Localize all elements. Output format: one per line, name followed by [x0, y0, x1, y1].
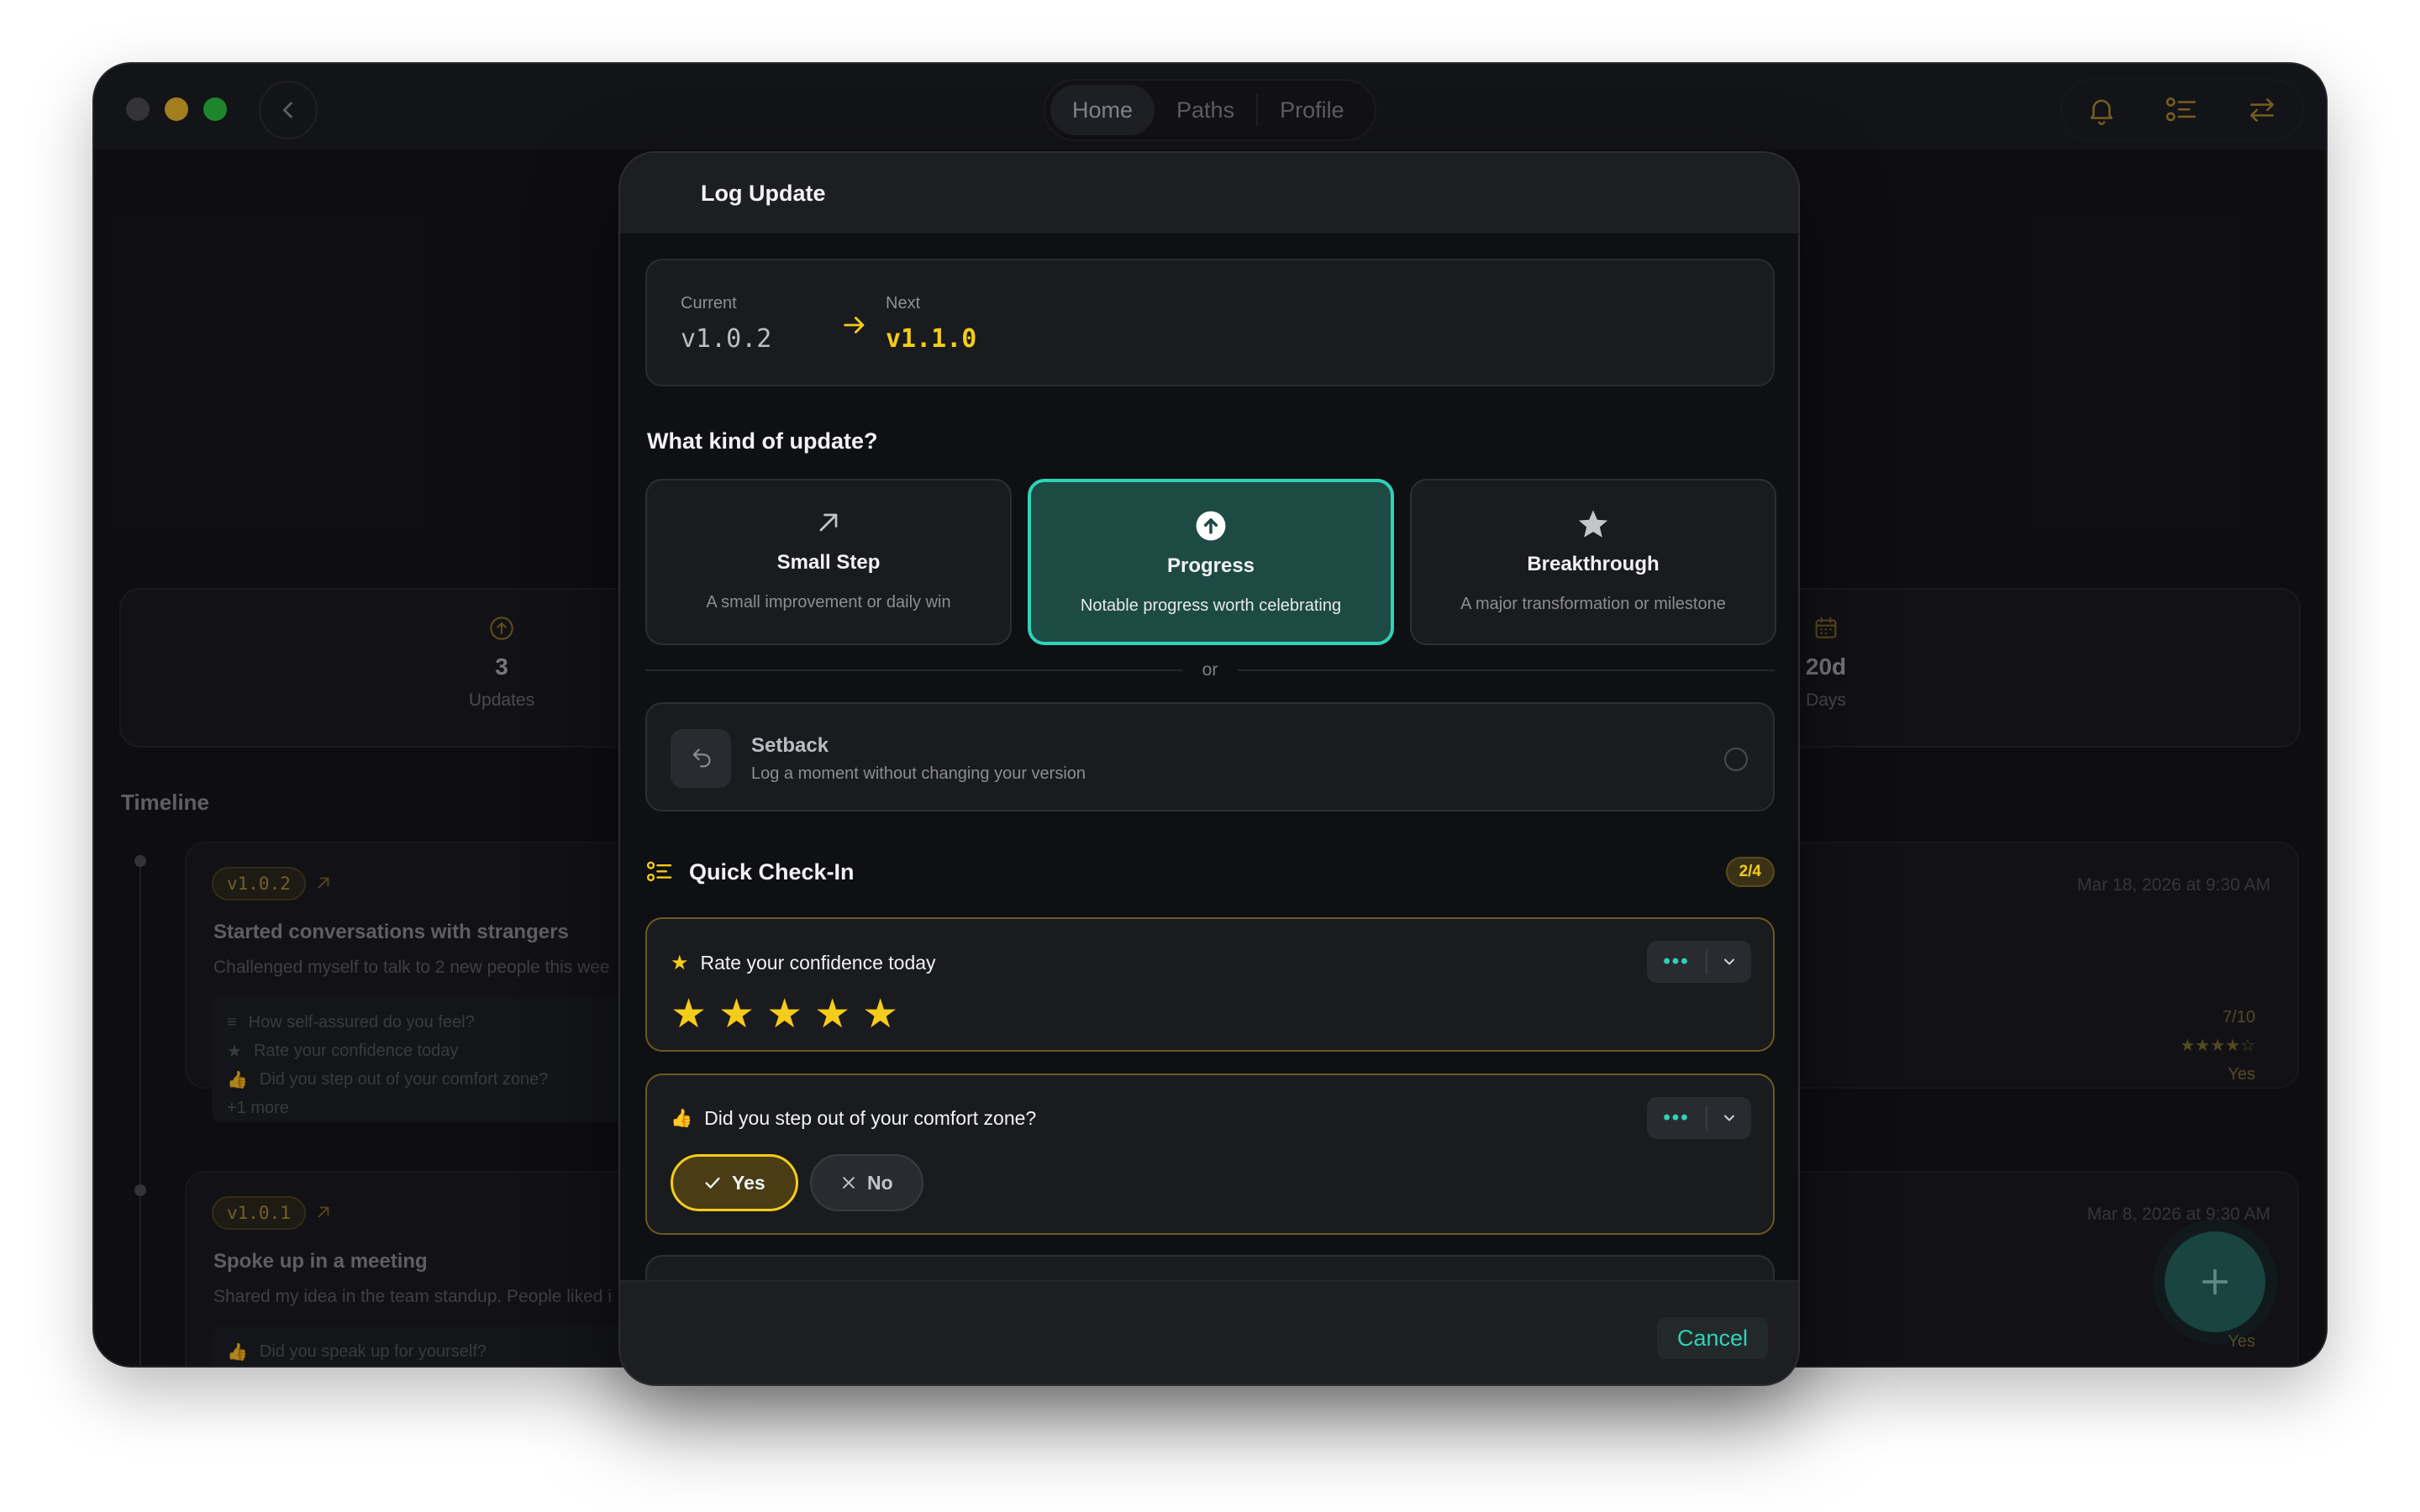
rating-star-5[interactable]: ★	[862, 995, 898, 1035]
version-card: Current v1.0.2 Next v1.1.0	[645, 259, 1775, 386]
yes-button[interactable]: Yes	[671, 1154, 798, 1211]
type-description: A small improvement or daily win	[706, 593, 951, 612]
modal-footer: Cancel	[620, 1280, 1798, 1384]
rating-star-2[interactable]: ★	[718, 995, 755, 1035]
star-icon: ★	[671, 952, 689, 974]
checkin-comfort-card: 👍 Did you step out of your comfort zone?…	[645, 1074, 1775, 1235]
rating-star-4[interactable]: ★	[814, 995, 850, 1035]
checkin-count-badge: 2/4	[1725, 857, 1775, 887]
rating-star-1[interactable]: ★	[671, 995, 707, 1035]
undo-icon	[692, 748, 711, 768]
type-description: A major transformation or milestone	[1460, 595, 1726, 613]
arrow-right-icon	[844, 317, 865, 333]
modal-body[interactable]: Current v1.0.2 Next v1.1.0 What kind of …	[620, 234, 1798, 1284]
x-icon	[843, 1177, 855, 1189]
checkin-card-partial	[645, 1255, 1775, 1284]
arrow-up-circle-icon	[1196, 511, 1226, 541]
arrow-up-right-icon	[819, 513, 838, 532]
modal-title: Log Update	[620, 153, 1798, 234]
question-menu[interactable]: •••	[1647, 1097, 1751, 1139]
next-version: v1.1.0	[886, 324, 977, 354]
setback-option[interactable]: Setback Log a moment without changing yo…	[645, 702, 1775, 811]
or-divider: or	[645, 659, 1775, 682]
more-options-icon[interactable]: •••	[1647, 1097, 1706, 1139]
chevron-down-icon[interactable]	[1707, 1110, 1751, 1126]
current-version: v1.0.2	[681, 324, 772, 354]
current-version-label: Current	[681, 294, 737, 312]
update-type-heading: What kind of update?	[647, 428, 878, 454]
update-type-breakthrough[interactable]: Breakthrough A major transformation or m…	[1410, 479, 1776, 645]
type-title: Small Step	[776, 551, 881, 574]
star-icon	[1578, 510, 1608, 538]
update-type-small-step[interactable]: Small Step A small improvement or daily …	[645, 479, 1012, 645]
or-text: or	[1202, 660, 1218, 680]
checkin-confidence-card: ★ Rate your confidence today ••• ★ ★ ★ ★…	[645, 917, 1775, 1052]
rating-star-3[interactable]: ★	[766, 995, 802, 1035]
quick-checkin-title: Quick Check-In	[689, 858, 855, 885]
thumbs-up-icon: 👍	[671, 1108, 693, 1128]
update-type-progress[interactable]: Progress Notable progress worth celebrat…	[1028, 479, 1394, 645]
star-rating: ★ ★ ★ ★ ★	[671, 995, 898, 1035]
chevron-down-icon[interactable]	[1707, 953, 1751, 970]
cancel-button[interactable]: Cancel	[1656, 1317, 1768, 1359]
type-title: Progress	[1166, 554, 1255, 577]
question-menu[interactable]: •••	[1647, 941, 1751, 983]
next-version-label: Next	[886, 294, 921, 312]
checkin-question: 👍 Did you step out of your comfort zone?	[671, 1107, 1037, 1129]
type-title: Breakthrough	[1527, 553, 1660, 575]
setback-icon-box	[671, 729, 731, 788]
type-description: Notable progress worth celebrating	[1080, 596, 1342, 615]
checkin-question: ★ Rate your confidence today	[671, 952, 936, 974]
quick-checkin-header: Quick Check-In 2/4	[645, 855, 1775, 889]
log-update-modal: Log Update Current v1.0.2 Next v1.1.0 Wh…	[618, 151, 1800, 1386]
no-button[interactable]: No	[810, 1154, 923, 1211]
checkmark-icon	[705, 1177, 720, 1189]
setback-radio[interactable]	[1724, 748, 1748, 771]
more-options-icon[interactable]: •••	[1647, 941, 1706, 983]
setback-description: Log a moment without changing your versi…	[751, 764, 1086, 783]
checklist-icon	[646, 861, 672, 882]
setback-title: Setback	[751, 734, 829, 757]
